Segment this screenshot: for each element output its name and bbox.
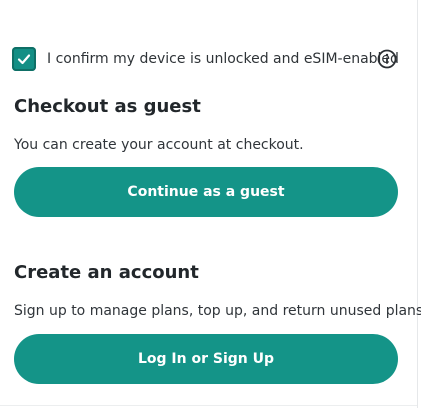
guest-checkout-heading: Checkout as guest	[14, 96, 201, 117]
info-circle-icon[interactable]	[376, 48, 398, 70]
checkmark-icon	[17, 54, 31, 65]
panel-right-border	[417, 0, 418, 408]
device-confirmation-row: I confirm my device is unlocked and eSIM…	[12, 46, 404, 74]
device-confirmation-checkbox[interactable]	[12, 47, 36, 71]
device-confirmation-label[interactable]: I confirm my device is unlocked and eSIM…	[47, 50, 399, 68]
panel-bottom-divider	[0, 405, 417, 406]
continue-as-guest-button[interactable]: Continue as a guest	[14, 167, 398, 217]
login-signup-button[interactable]: Log In or Sign Up	[14, 334, 398, 384]
guest-checkout-description: You can create your account at checkout.	[14, 137, 304, 153]
create-account-heading: Create an account	[14, 262, 199, 283]
create-account-description: Sign up to manage plans, top up, and ret…	[14, 303, 421, 319]
